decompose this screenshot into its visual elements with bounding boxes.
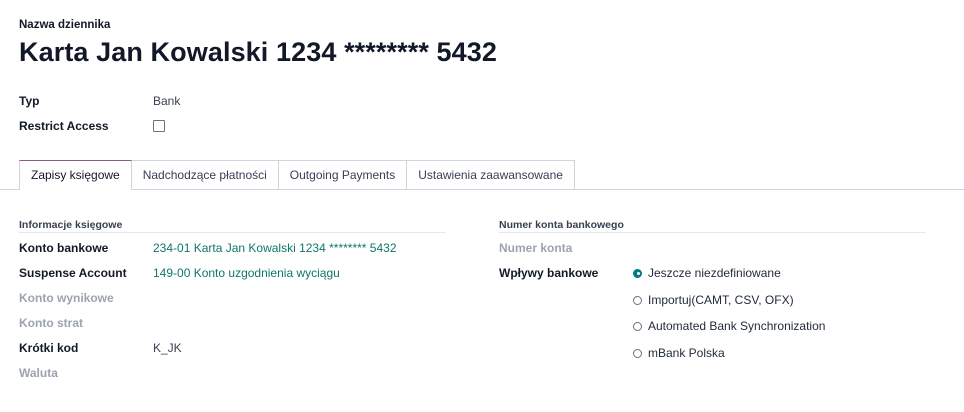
type-value[interactable]: Bank — [153, 94, 180, 108]
bank-number-heading: Numer konta bankowego — [499, 219, 624, 231]
radio-checked-icon[interactable] — [633, 268, 642, 278]
tab-outgoing-payments[interactable]: Outgoing Payments — [277, 160, 408, 189]
bank-number-rule — [499, 232, 926, 233]
bank-account-link[interactable]: 234-01 Karta Jan Kowalski 1234 ******** … — [153, 241, 397, 255]
feed-option-mbank[interactable]: mBank Polska — [633, 346, 725, 360]
feed-option-undefined[interactable]: Jeszcze niezdefiniowane — [633, 266, 781, 280]
radio-unchecked-icon[interactable] — [633, 321, 642, 331]
short-code-row: Krótki kod K_JK — [19, 341, 182, 355]
loss-account-row[interactable]: Konto strat — [19, 316, 153, 330]
currency-row[interactable]: Waluta — [19, 366, 153, 380]
feed-option-label: Automated Bank Synchronization — [648, 319, 826, 333]
loss-account-label: Konto strat — [19, 316, 83, 330]
currency-label: Waluta — [19, 366, 58, 380]
short-code-value[interactable]: K_JK — [153, 341, 182, 355]
tab-journal-entries[interactable]: Zapisy księgowe — [19, 160, 132, 190]
radio-unchecked-icon[interactable] — [633, 295, 642, 305]
bank-account-label: Konto bankowe — [19, 241, 109, 255]
accounting-info-rule — [19, 232, 446, 233]
short-code-label: Krótki kod — [19, 341, 79, 355]
suspense-account-label: Suspense Account — [19, 266, 127, 280]
journal-name-value[interactable]: Karta Jan Kowalski 1234 ******** 5432 — [19, 37, 497, 68]
profit-account-label: Konto wynikowe — [19, 291, 114, 305]
radio-unchecked-icon[interactable] — [633, 348, 642, 358]
notebook-tabs: Zapisy księgowe Nadchodzące płatności Ou… — [19, 160, 575, 190]
title-block: Nazwa dziennika Karta Jan Kowalski 1234 … — [19, 19, 497, 68]
type-field: Typ Bank — [19, 94, 180, 108]
accounting-info-heading: Informacje księgowe — [19, 219, 123, 231]
feed-option-label: Jeszcze niezdefiniowane — [648, 266, 781, 280]
account-number-row[interactable]: Numer konta — [499, 241, 633, 255]
journal-name-label: Nazwa dziennika — [19, 19, 111, 31]
bank-feeds-label: Wpływy bankowe — [499, 266, 599, 280]
suspense-account-link[interactable]: 149-00 Konto uzgodnienia wyciągu — [153, 266, 340, 280]
account-number-label: Numer konta — [499, 241, 573, 255]
tab-incoming-payments[interactable]: Nadchodzące płatności — [130, 160, 279, 189]
type-label: Typ — [19, 94, 40, 108]
feed-option-automated-sync[interactable]: Automated Bank Synchronization — [633, 319, 825, 333]
tab-advanced-settings[interactable]: Ustawienia zaawansowane — [406, 160, 575, 189]
profit-account-row[interactable]: Konto wynikowe — [19, 291, 153, 305]
suspense-account-row: Suspense Account 149-00 Konto uzgodnieni… — [19, 266, 340, 280]
feed-option-label: mBank Polska — [648, 346, 725, 360]
bank-account-row: Konto bankowe 234-01 Karta Jan Kowalski … — [19, 241, 397, 255]
feed-option-import[interactable]: Importuj(CAMT, CSV, OFX) — [633, 293, 794, 307]
restrict-access-checkbox[interactable] — [153, 120, 165, 132]
restrict-access-field: Restrict Access — [19, 119, 165, 133]
feed-option-label: Importuj(CAMT, CSV, OFX) — [648, 293, 794, 307]
restrict-access-label: Restrict Access — [19, 119, 109, 133]
bank-feeds-row: Wpływy bankowe — [499, 266, 633, 280]
